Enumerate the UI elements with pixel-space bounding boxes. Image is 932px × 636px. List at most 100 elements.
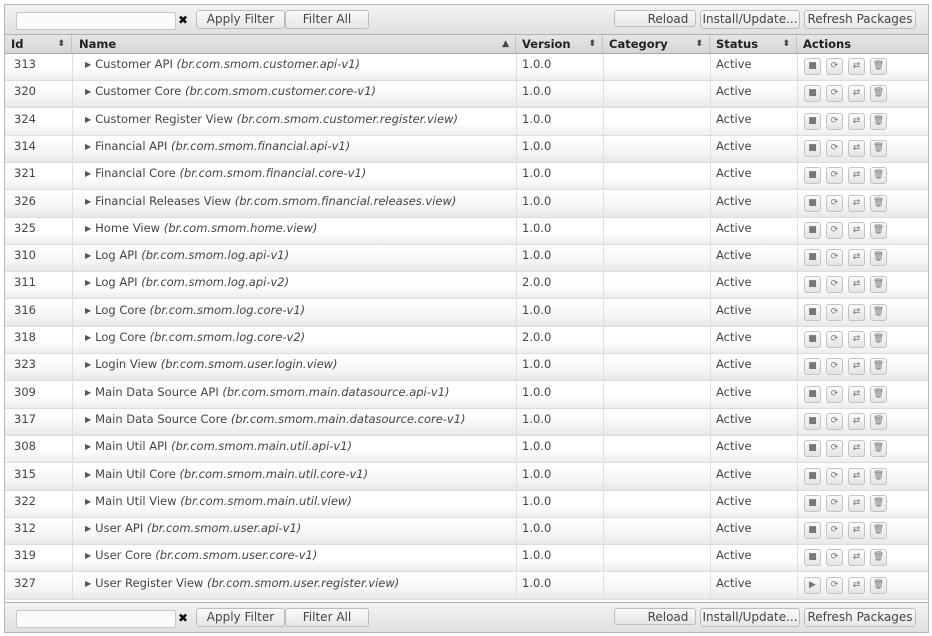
- expand-arrow-icon[interactable]: ▶: [85, 251, 91, 260]
- column-header-status[interactable]: Status ⬍: [710, 35, 797, 53]
- uninstall-bundle-icon[interactable]: 🗑: [870, 386, 887, 403]
- apply-filter-button[interactable]: Apply Filter: [196, 608, 285, 627]
- uninstall-bundle-icon[interactable]: 🗑: [870, 140, 887, 157]
- expand-arrow-icon[interactable]: ▶: [85, 388, 91, 397]
- refresh-bundle-icon[interactable]: ⟳: [826, 468, 843, 485]
- refresh-bundle-icon[interactable]: ⟳: [826, 331, 843, 348]
- table-row[interactable]: 311 ▶ Log API (br.com.smom.log.api-v2) 2.0.…: [5, 272, 928, 299]
- refresh-bundle-icon[interactable]: ⟳: [826, 522, 843, 539]
- update-bundle-icon[interactable]: ⇄: [848, 331, 865, 348]
- expand-arrow-icon[interactable]: ▶: [85, 142, 91, 151]
- uninstall-bundle-icon[interactable]: 🗑: [870, 195, 887, 212]
- stop-bundle-icon[interactable]: ■: [804, 140, 821, 157]
- stop-bundle-icon[interactable]: ■: [804, 549, 821, 566]
- table-row[interactable]: 316 ▶ Log Core (br.com.smom.log.core-v1) 1.…: [5, 300, 928, 327]
- table-row[interactable]: 326 ▶ Financial Releases View (br.com.smom…: [5, 191, 928, 218]
- stop-bundle-icon[interactable]: ■: [804, 195, 821, 212]
- stop-bundle-icon[interactable]: ■: [804, 495, 821, 512]
- stop-bundle-icon[interactable]: ■: [804, 113, 821, 130]
- uninstall-bundle-icon[interactable]: 🗑: [870, 495, 887, 512]
- refresh-packages-button[interactable]: Refresh Packages: [804, 608, 916, 627]
- refresh-bundle-icon[interactable]: ⟳: [826, 167, 843, 184]
- table-row[interactable]: 310 ▶ Log API (br.com.smom.log.api-v1) 1.0.…: [5, 245, 928, 272]
- table-row[interactable]: 309 ▶ Main Data Source API (br.com.smom.ma…: [5, 382, 928, 409]
- update-bundle-icon[interactable]: ⇄: [848, 195, 865, 212]
- reload-button[interactable]: Reload: [614, 10, 696, 27]
- uninstall-bundle-icon[interactable]: 🗑: [870, 413, 887, 430]
- uninstall-bundle-icon[interactable]: 🗑: [870, 331, 887, 348]
- uninstall-bundle-icon[interactable]: 🗑: [870, 358, 887, 375]
- expand-arrow-icon[interactable]: ▶: [85, 333, 91, 342]
- stop-bundle-icon[interactable]: ■: [804, 386, 821, 403]
- install-update-button[interactable]: Install/Update...: [700, 10, 800, 29]
- refresh-bundle-icon[interactable]: ⟳: [826, 413, 843, 430]
- update-bundle-icon[interactable]: ⇄: [848, 549, 865, 566]
- update-bundle-icon[interactable]: ⇄: [848, 140, 865, 157]
- update-bundle-icon[interactable]: ⇄: [848, 468, 865, 485]
- refresh-bundle-icon[interactable]: ⟳: [826, 358, 843, 375]
- expand-arrow-icon[interactable]: ▶: [85, 60, 91, 69]
- table-row[interactable]: 324 ▶ Customer Register View (br.com.smom.…: [5, 109, 928, 136]
- uninstall-bundle-icon[interactable]: 🗑: [870, 276, 887, 293]
- filter-input[interactable]: [16, 610, 176, 628]
- uninstall-bundle-icon[interactable]: 🗑: [870, 522, 887, 539]
- install-update-button[interactable]: Install/Update...: [700, 608, 800, 627]
- uninstall-bundle-icon[interactable]: 🗑: [870, 85, 887, 102]
- stop-bundle-icon[interactable]: ■: [804, 331, 821, 348]
- apply-filter-button[interactable]: Apply Filter: [196, 10, 285, 29]
- refresh-bundle-icon[interactable]: ⟳: [826, 304, 843, 321]
- table-row[interactable]: 322 ▶ Main Util View (br.com.smom.main.uti…: [5, 491, 928, 518]
- column-header-version[interactable]: Version ⬍: [516, 35, 603, 53]
- update-bundle-icon[interactable]: ⇄: [848, 522, 865, 539]
- table-row[interactable]: 315 ▶ Main Util Core (br.com.smom.main.uti…: [5, 464, 928, 491]
- table-row[interactable]: 317 ▶ Main Data Source Core (br.com.smom.m…: [5, 409, 928, 436]
- table-row[interactable]: 327 ▶ User Register View (br.com.smom.user…: [5, 573, 928, 600]
- uninstall-bundle-icon[interactable]: 🗑: [870, 249, 887, 266]
- stop-bundle-icon[interactable]: ■: [804, 522, 821, 539]
- expand-arrow-icon[interactable]: ▶: [85, 360, 91, 369]
- expand-arrow-icon[interactable]: ▶: [85, 415, 91, 424]
- table-row[interactable]: 325 ▶ Home View (br.com.smom.home.view) 1.0…: [5, 218, 928, 245]
- stop-bundle-icon[interactable]: ■: [804, 58, 821, 75]
- update-bundle-icon[interactable]: ⇄: [848, 113, 865, 130]
- column-header-category[interactable]: Category ⬍: [603, 35, 710, 53]
- table-row[interactable]: 318 ▶ Log Core (br.com.smom.log.core-v2) 2.…: [5, 327, 928, 354]
- update-bundle-icon[interactable]: ⇄: [848, 386, 865, 403]
- uninstall-bundle-icon[interactable]: 🗑: [870, 577, 887, 594]
- expand-arrow-icon[interactable]: ▶: [85, 278, 91, 287]
- expand-arrow-icon[interactable]: ▶: [85, 197, 91, 206]
- stop-bundle-icon[interactable]: ■: [804, 222, 821, 239]
- stop-bundle-icon[interactable]: ■: [804, 167, 821, 184]
- refresh-bundle-icon[interactable]: ⟳: [826, 276, 843, 293]
- uninstall-bundle-icon[interactable]: 🗑: [870, 167, 887, 184]
- update-bundle-icon[interactable]: ⇄: [848, 249, 865, 266]
- uninstall-bundle-icon[interactable]: 🗑: [870, 440, 887, 457]
- uninstall-bundle-icon[interactable]: 🗑: [870, 113, 887, 130]
- table-row[interactable]: 308 ▶ Main Util API (br.com.smom.main.util…: [5, 436, 928, 463]
- filter-input[interactable]: [16, 12, 176, 30]
- update-bundle-icon[interactable]: ⇄: [848, 440, 865, 457]
- refresh-packages-button[interactable]: Refresh Packages: [804, 10, 916, 29]
- table-row[interactable]: 321 ▶ Financial Core (br.com.smom.financia…: [5, 163, 928, 190]
- uninstall-bundle-icon[interactable]: 🗑: [870, 468, 887, 485]
- expand-arrow-icon[interactable]: ▶: [85, 115, 91, 124]
- uninstall-bundle-icon[interactable]: 🗑: [870, 549, 887, 566]
- table-row[interactable]: 312 ▶ User API (br.com.smom.user.api-v1) 1.…: [5, 518, 928, 545]
- update-bundle-icon[interactable]: ⇄: [848, 495, 865, 512]
- refresh-bundle-icon[interactable]: ⟳: [826, 386, 843, 403]
- update-bundle-icon[interactable]: ⇄: [848, 167, 865, 184]
- expand-arrow-icon[interactable]: ▶: [85, 87, 91, 96]
- refresh-bundle-icon[interactable]: ⟳: [826, 222, 843, 239]
- column-header-name[interactable]: Name ▲: [72, 35, 516, 53]
- expand-arrow-icon[interactable]: ▶: [85, 497, 91, 506]
- update-bundle-icon[interactable]: ⇄: [848, 85, 865, 102]
- stop-bundle-icon[interactable]: ■: [804, 85, 821, 102]
- filter-all-button[interactable]: Filter All: [285, 10, 369, 29]
- update-bundle-icon[interactable]: ⇄: [848, 276, 865, 293]
- stop-bundle-icon[interactable]: ■: [804, 304, 821, 321]
- refresh-bundle-icon[interactable]: ⟳: [826, 249, 843, 266]
- uninstall-bundle-icon[interactable]: 🗑: [870, 58, 887, 75]
- refresh-bundle-icon[interactable]: ⟳: [826, 113, 843, 130]
- stop-bundle-icon[interactable]: ■: [804, 358, 821, 375]
- stop-bundle-icon[interactable]: ■: [804, 413, 821, 430]
